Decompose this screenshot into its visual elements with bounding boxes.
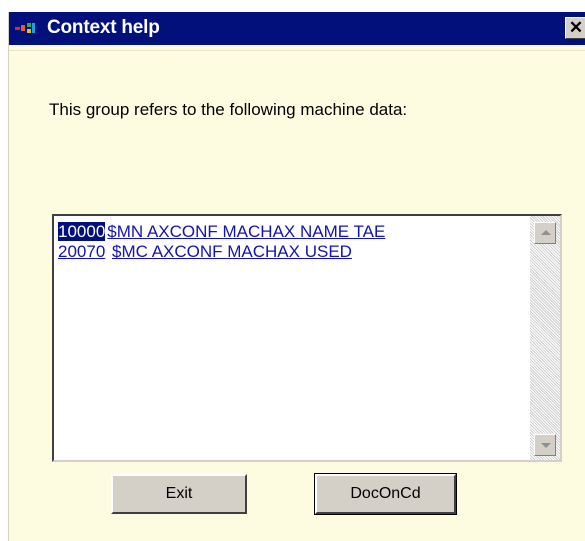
exit-button[interactable]: Exit [111,474,247,514]
list-item[interactable]: 10000 $MN AXCONF MACHAX NAME TAE [58,222,385,242]
vertical-scrollbar[interactable] [530,216,560,460]
machine-data-number[interactable]: 10000 [58,222,106,241]
machine-data-list[interactable]: 10000 $MN AXCONF MACHAX NAME TAE 20070 $M… [52,214,562,462]
machine-data-name[interactable]: $MC AXCONF MACHAX USED [112,242,352,261]
title-separator [9,45,585,51]
machine-data-number[interactable]: 20070 [58,242,105,261]
app-icon [15,23,35,33]
context-help-dialog: Context help ✕ This group refers to the … [8,12,585,541]
close-icon: ✕ [568,18,584,37]
title-bar[interactable]: Context help ✕ [9,12,585,45]
window-title: Context help [47,17,160,38]
scroll-up-arrow-icon[interactable] [534,222,556,244]
scroll-down-arrow-icon[interactable] [534,434,556,456]
list-item[interactable]: 20070 $MC AXCONF MACHAX USED [58,242,385,262]
help-prompt: This group refers to the following machi… [49,100,408,119]
doc-on-cd-button[interactable]: DocOnCd [314,473,457,515]
machine-data-name[interactable]: $MN AXCONF MACHAX NAME TAE [107,222,385,241]
close-button[interactable]: ✕ [565,17,585,39]
